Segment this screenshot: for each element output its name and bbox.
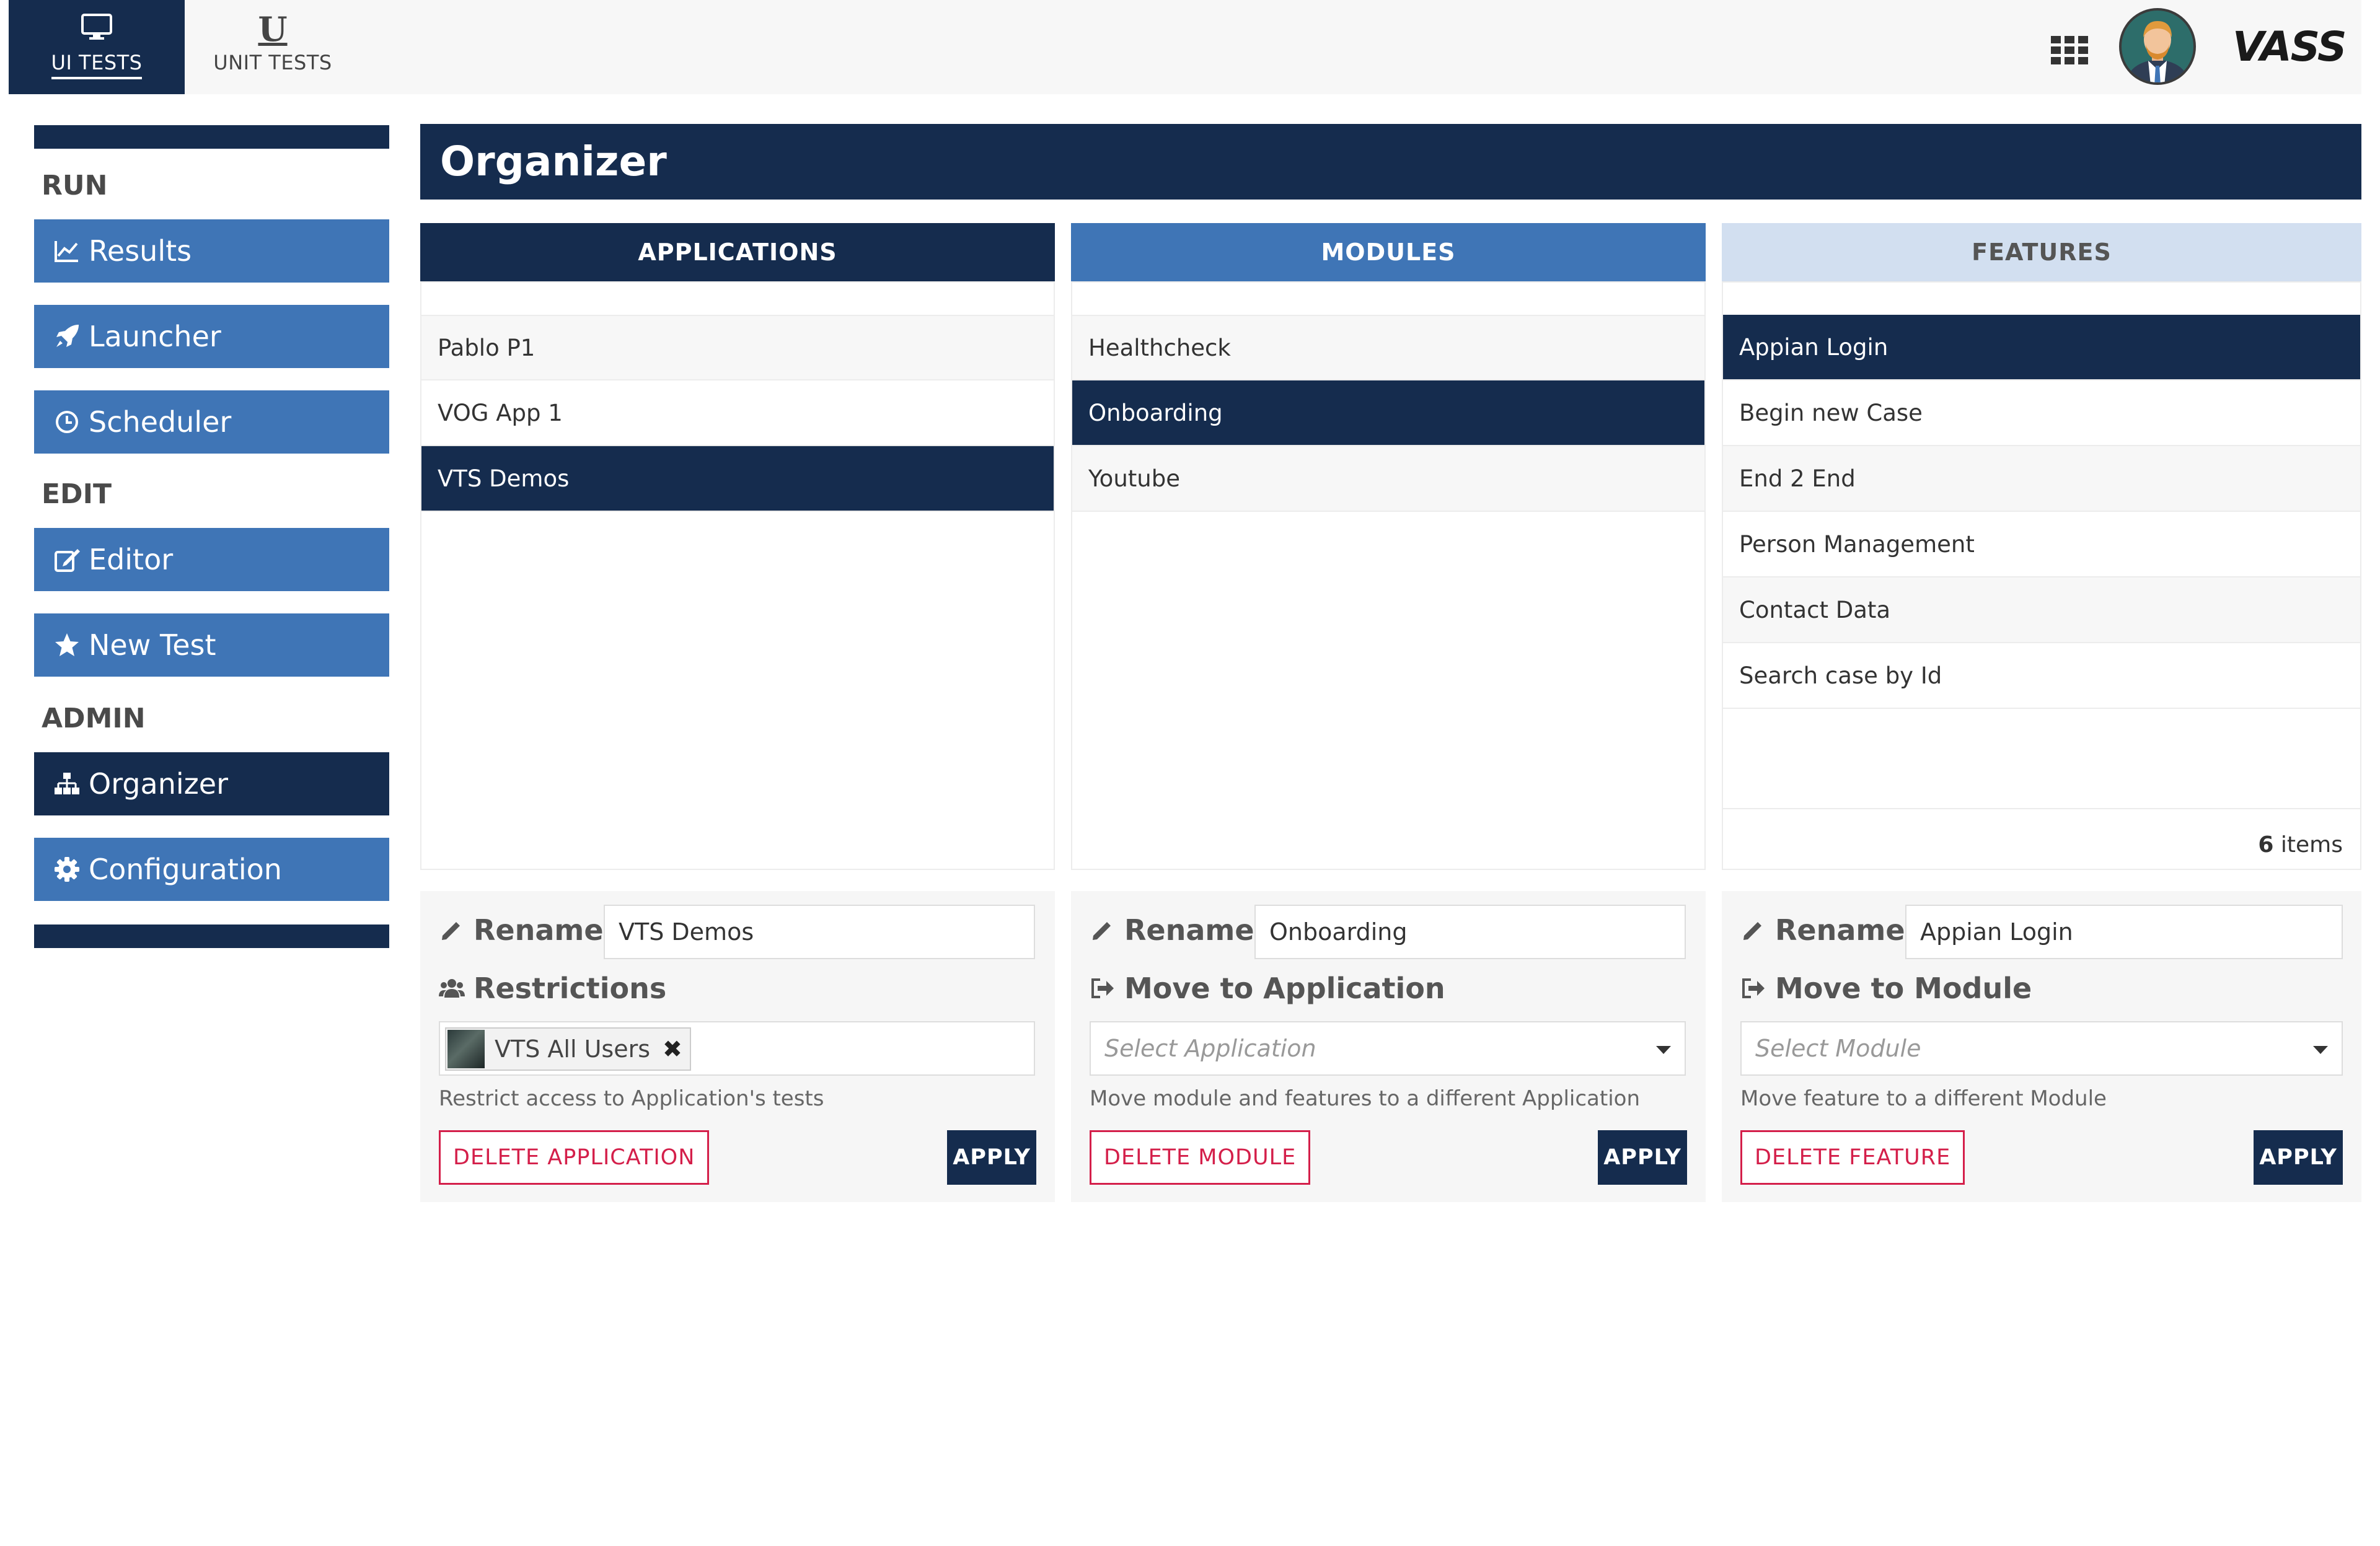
move-to-application-label: Move to Application <box>1090 972 1445 1005</box>
restrictions-input[interactable]: VTS All Users ✖ <box>439 1021 1035 1076</box>
features-list: Appian Login Begin new Case End 2 End Pe… <box>1722 281 2361 870</box>
sidebar-section-admin: ADMIN <box>42 703 146 734</box>
group-thumbnail <box>447 1030 485 1068</box>
rocket-icon <box>53 322 81 351</box>
apply-feature-button[interactable]: APPLY <box>2254 1130 2343 1185</box>
select-module-dropdown[interactable]: Select Module <box>1740 1021 2343 1076</box>
list-footer-divider <box>1723 808 2360 809</box>
list-item-end-2-end[interactable]: End 2 End <box>1723 446 2360 512</box>
sidebar-item-results[interactable]: Results <box>34 219 389 283</box>
sidebar-item-label: Editor <box>89 543 174 576</box>
star-icon <box>53 631 81 659</box>
list-item-vog-app-1[interactable]: VOG App 1 <box>421 380 1054 446</box>
sidebar-section-edit: EDIT <box>42 478 112 510</box>
delete-module-button[interactable]: DELETE MODULE <box>1090 1130 1311 1185</box>
delete-application-button[interactable]: DELETE APPLICATION <box>439 1130 710 1185</box>
features-header: FEATURES <box>1722 223 2361 281</box>
top-navigation-bar: UI TESTS U UNIT TESTS <box>9 0 2361 94</box>
select-application-dropdown[interactable]: Select Application <box>1090 1021 1686 1076</box>
restrictions-help: Restrict access to Application's tests <box>439 1086 824 1111</box>
remove-tag-icon[interactable]: ✖ <box>663 1035 682 1063</box>
list-item-youtube[interactable]: Youtube <box>1072 446 1704 512</box>
tab-unit-tests-label: UNIT TESTS <box>213 51 332 74</box>
sidebar-item-new-test[interactable]: New Test <box>34 613 389 677</box>
select-module-placeholder: Select Module <box>1755 1035 1921 1062</box>
applications-header: APPLICATIONS <box>420 223 1055 281</box>
module-rename-input[interactable]: Onboarding <box>1254 905 1686 959</box>
items-count-number: 6 <box>2258 832 2274 858</box>
delete-feature-button[interactable]: DELETE FEATURE <box>1740 1130 1965 1185</box>
list-item-person-management[interactable]: Person Management <box>1723 512 2360 578</box>
list-item-contact-data[interactable]: Contact Data <box>1723 578 2360 643</box>
sidebar-item-editor[interactable]: Editor <box>34 528 389 591</box>
list-item-healthcheck[interactable]: Healthcheck <box>1072 315 1704 380</box>
modules-header: MODULES <box>1071 223 1706 281</box>
items-count: 6 items <box>2258 832 2343 858</box>
user-avatar[interactable] <box>2118 7 2197 86</box>
sidebar-item-configuration[interactable]: Configuration <box>34 838 389 901</box>
users-icon <box>439 975 465 1001</box>
sidebar-item-organizer[interactable]: Organizer <box>34 752 389 815</box>
list-item-search-case-by-id[interactable]: Search case by Id <box>1723 643 2360 709</box>
application-edit-panel: Rename VTS Demos Restrictions VTS All Us… <box>420 891 1055 1202</box>
gear-icon <box>53 855 81 884</box>
apply-application-button[interactable]: APPLY <box>947 1130 1036 1185</box>
chevron-down-icon <box>2313 1046 2328 1054</box>
items-count-suffix: items <box>2273 832 2343 858</box>
rename-label: Rename <box>439 913 604 947</box>
restriction-tag: VTS All Users ✖ <box>445 1027 691 1071</box>
list-item-begin-new-case[interactable]: Begin new Case <box>1723 380 2360 446</box>
module-edit-panel: Rename Onboarding Move to Application Se… <box>1071 891 1706 1202</box>
application-rename-input[interactable]: VTS Demos <box>604 905 1035 959</box>
sidebar-item-label: Scheduler <box>89 405 232 439</box>
tab-ui-tests[interactable]: UI TESTS <box>9 0 185 94</box>
line-chart-icon <box>53 237 81 265</box>
pencil-icon <box>1090 917 1116 943</box>
sidebar-section-run: RUN <box>42 170 108 201</box>
unit-icon: U <box>258 9 288 49</box>
sidebar-item-label: Configuration <box>89 853 282 886</box>
vass-logo: VASS <box>2229 19 2378 74</box>
sign-out-icon <box>1740 975 1766 1001</box>
grid-icon[interactable] <box>2051 36 2089 64</box>
list-item-onboarding[interactable]: Onboarding <box>1072 380 1704 446</box>
restrictions-label: Restrictions <box>439 972 666 1005</box>
sidebar-item-label: Results <box>89 234 192 268</box>
sidebar-item-scheduler[interactable]: Scheduler <box>34 390 389 454</box>
list-item-vts-demos[interactable]: VTS Demos <box>421 446 1054 512</box>
rename-label: Rename <box>1090 913 1254 947</box>
chevron-down-icon <box>1656 1046 1671 1054</box>
feature-rename-input[interactable]: Appian Login <box>1905 905 2343 959</box>
pencil-icon <box>439 917 465 943</box>
sidebar-top-bar <box>34 125 389 149</box>
restriction-tag-label: VTS All Users <box>495 1035 651 1063</box>
sidebar-item-label: Launcher <box>89 320 221 353</box>
sidebar-item-launcher[interactable]: Launcher <box>34 305 389 368</box>
pencil-icon <box>1740 917 1766 943</box>
brand-text: VASS <box>2232 23 2345 71</box>
modules-list: Healthcheck Onboarding Youtube <box>1071 281 1706 870</box>
move-module-help: Move module and features to a different … <box>1090 1086 1641 1111</box>
monitor-icon <box>79 12 114 45</box>
apply-module-button[interactable]: APPLY <box>1598 1130 1687 1185</box>
page-title: Organizer <box>420 124 2361 200</box>
tab-ui-tests-label: UI TESTS <box>51 51 143 79</box>
sidebar-bottom-bar <box>34 925 389 948</box>
edit-icon <box>53 545 81 574</box>
list-item-pablo-p1[interactable]: Pablo P1 <box>421 315 1054 380</box>
move-to-module-label: Move to Module <box>1740 972 2032 1005</box>
select-application-placeholder: Select Application <box>1104 1035 1316 1062</box>
sidebar-item-label: Organizer <box>89 767 228 801</box>
sidebar-item-label: New Test <box>89 628 216 662</box>
sitemap-icon <box>53 770 81 798</box>
move-feature-help: Move feature to a different Module <box>1740 1086 2107 1111</box>
list-item-appian-login[interactable]: Appian Login <box>1723 315 2360 380</box>
feature-edit-panel: Rename Appian Login Move to Module Selec… <box>1722 891 2361 1202</box>
applications-list: Pablo P1 VOG App 1 VTS Demos <box>420 281 1055 870</box>
rename-label: Rename <box>1740 913 1905 947</box>
sign-out-icon <box>1090 975 1116 1001</box>
clock-icon <box>53 408 81 436</box>
tab-unit-tests[interactable]: U UNIT TESTS <box>185 0 361 94</box>
